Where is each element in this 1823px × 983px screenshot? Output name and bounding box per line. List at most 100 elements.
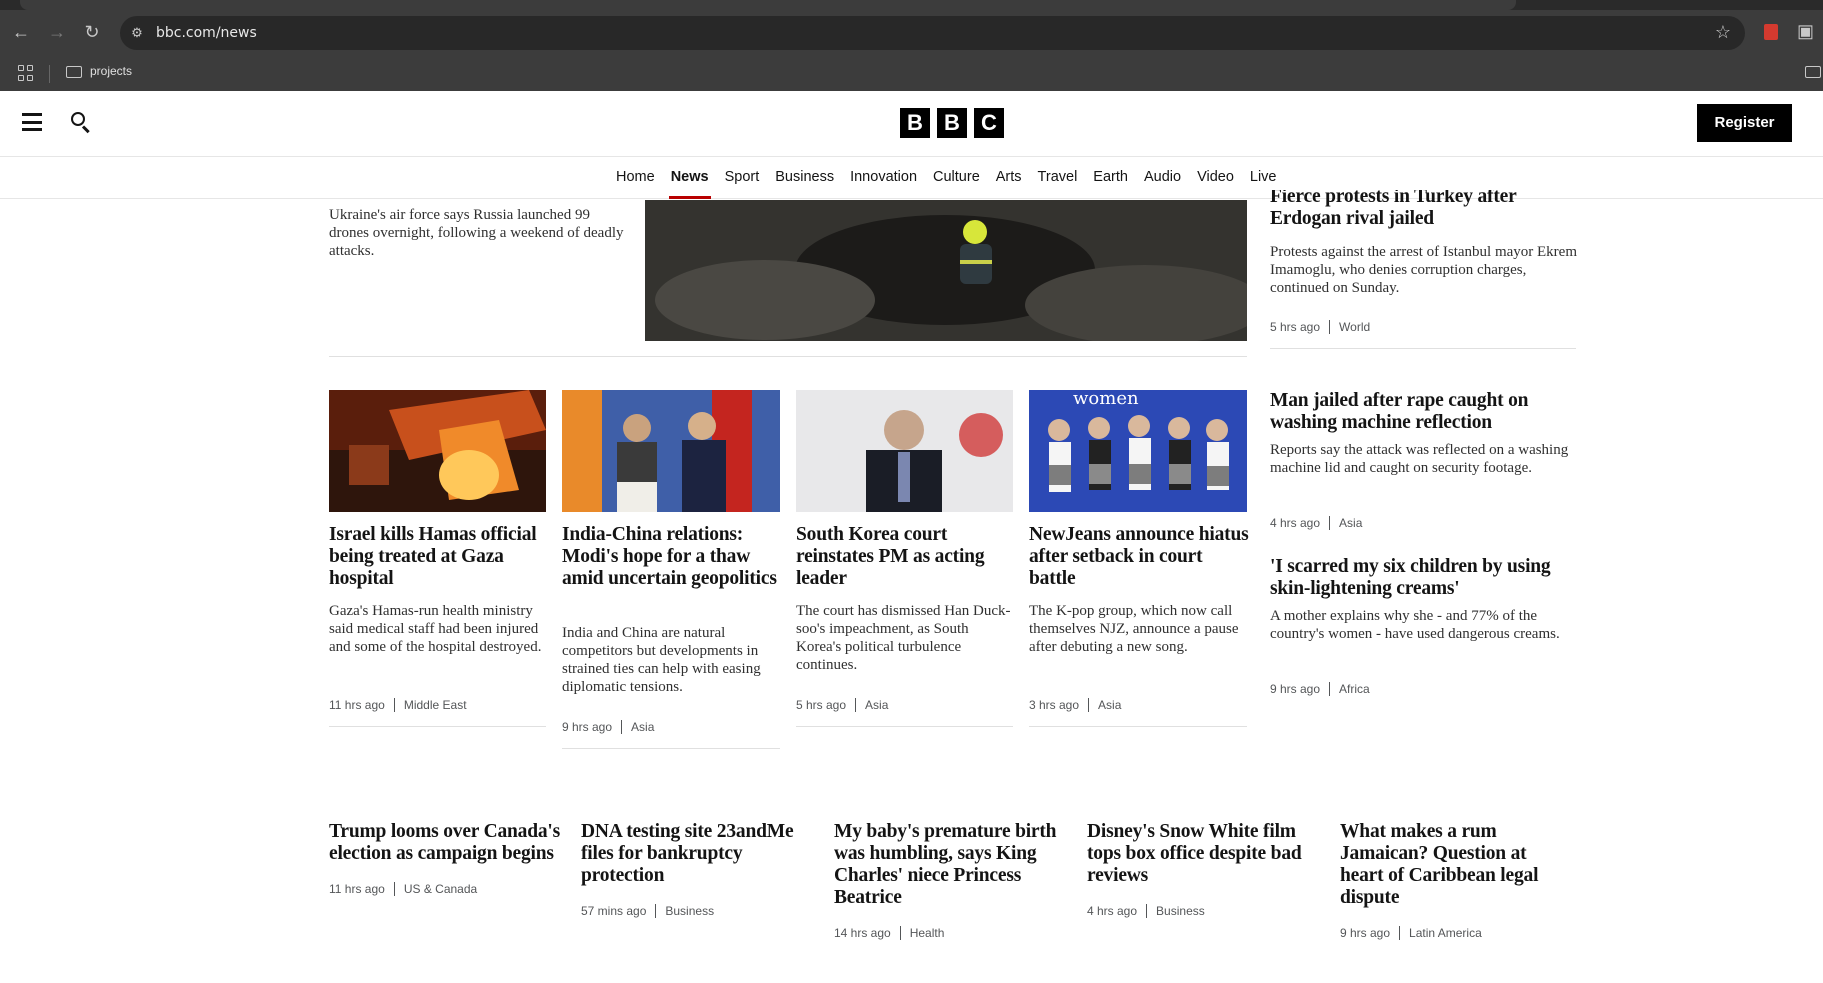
card-meta: 9 hrs ago Asia [562, 720, 654, 734]
bottom-story-meta: 4 hrs ago Business [1087, 904, 1205, 918]
nav-item-earth[interactable]: Earth [1085, 157, 1136, 199]
extension-icon[interactable] [1764, 24, 1778, 40]
card-image[interactable]: women [1029, 390, 1247, 512]
card-image[interactable] [562, 390, 780, 512]
logo-letter: B [937, 108, 967, 138]
card-summary[interactable]: The court has dismissed Han Duck-soo's i… [796, 602, 1016, 674]
section-link[interactable]: Middle East [404, 698, 467, 712]
card-image[interactable] [796, 390, 1013, 512]
timestamp: 14 hrs ago [834, 926, 891, 940]
card-headline[interactable]: South Korea court reinstates PM as actin… [796, 524, 1016, 590]
fire-photo [329, 390, 546, 512]
nav-item-sport[interactable]: Sport [717, 157, 768, 199]
card-meta: 5 hrs ago Asia [796, 698, 888, 712]
right-story-summary[interactable]: Reports say the attack was reflected on … [1270, 441, 1580, 477]
card-meta: 11 hrs ago Middle East [329, 698, 467, 712]
other-bookmarks-folder-icon[interactable] [1805, 66, 1821, 78]
right-top-meta: 5 hrs ago World [1270, 320, 1370, 334]
timestamp: 57 mins ago [581, 904, 647, 918]
forward-icon[interactable]: → [45, 20, 69, 44]
card-image[interactable] [329, 390, 546, 512]
bookmark-divider [49, 65, 50, 83]
section-link[interactable]: Asia [1098, 698, 1121, 712]
section-link[interactable]: Asia [865, 698, 888, 712]
menu-icon[interactable] [22, 113, 42, 131]
nav-item-home[interactable]: Home [608, 157, 663, 199]
right-story-summary[interactable]: A mother explains why she - and 77% of t… [1270, 607, 1580, 643]
site-info-icon[interactable]: ⚙ [128, 24, 146, 42]
bookmark-folder-projects[interactable]: projects [90, 64, 132, 78]
right-top-headline[interactable]: Fierce protests in Turkey after Erdogan … [1270, 190, 1570, 234]
timestamp: 3 hrs ago [1029, 698, 1080, 712]
bottom-story-meta: 14 hrs ago Health [834, 926, 944, 940]
section-link[interactable]: World [1339, 320, 1370, 334]
site-header: B B C Register [0, 91, 1823, 157]
right-top-headline-line1: Fierce protests in Turkey after [1270, 190, 1517, 207]
card-headline[interactable]: Israel kills Hamas official being treate… [329, 524, 549, 590]
folder-icon[interactable] [66, 66, 82, 78]
pm-photo [796, 390, 1013, 512]
timestamp: 11 hrs ago [329, 698, 385, 712]
card-headline[interactable]: India-China relations: Modi's hope for a… [562, 524, 782, 590]
back-icon[interactable]: ← [9, 20, 33, 44]
photo-backdrop-text: women [1073, 390, 1139, 409]
bottom-story-headline[interactable]: Trump looms over Canada's election as ca… [329, 821, 569, 865]
right-top-summary[interactable]: Protests against the arrest of Istanbul … [1270, 243, 1580, 297]
address-bar[interactable]: ⚙ bbc.com/news ☆ [120, 16, 1745, 50]
nav-item-travel[interactable]: Travel [1030, 157, 1086, 199]
section-link[interactable]: Asia [631, 720, 654, 734]
timestamp: 5 hrs ago [796, 698, 847, 712]
divider [562, 748, 780, 749]
bottom-story-headline[interactable]: Disney's Snow White film tops box office… [1087, 821, 1322, 887]
section-link[interactable]: Business [665, 904, 714, 918]
nav-item-news[interactable]: News [663, 157, 717, 199]
card-summary[interactable]: India and China are natural competitors … [562, 624, 782, 696]
right-story-headline[interactable]: 'I scarred my six children by using skin… [1270, 556, 1580, 600]
bottom-story-meta: 57 mins ago Business [581, 904, 714, 918]
right-top-headline-line2: Erdogan rival jailed [1270, 208, 1434, 229]
bottom-story-headline[interactable]: DNA testing site 23andMe files for bankr… [581, 821, 816, 887]
timestamp: 9 hrs ago [1340, 926, 1391, 940]
section-link[interactable]: Business [1156, 904, 1205, 918]
tab-strip [0, 0, 1823, 10]
logo-letter: B [900, 108, 930, 138]
divider [796, 726, 1013, 727]
divider [329, 726, 546, 727]
section-link[interactable]: US & Canada [404, 882, 477, 896]
extensions-puzzle-icon[interactable]: ▣ [1797, 21, 1814, 42]
bottom-story-headline[interactable]: What makes a rum Jamaican? Question at h… [1340, 821, 1570, 909]
search-icon[interactable] [70, 111, 92, 134]
section-link[interactable]: Africa [1339, 682, 1370, 696]
bbc-logo[interactable]: B B C [900, 108, 1004, 138]
bottom-story-headline[interactable]: My baby's premature birth was humbling, … [834, 821, 1069, 909]
bottom-story-meta: 9 hrs ago Latin America [1340, 926, 1482, 940]
nav-item-innovation[interactable]: Innovation [842, 157, 925, 199]
register-button[interactable]: Register [1697, 104, 1792, 142]
nav-item-arts[interactable]: Arts [988, 157, 1030, 199]
timestamp: 4 hrs ago [1270, 516, 1321, 530]
section-link[interactable]: Asia [1339, 516, 1362, 530]
url-text[interactable]: bbc.com/news [156, 25, 257, 41]
right-story-headline[interactable]: Man jailed after rape caught on washing … [1270, 390, 1580, 434]
nav-item-culture[interactable]: Culture [925, 157, 988, 199]
section-link[interactable]: Health [910, 926, 945, 940]
reload-icon[interactable]: ↻ [80, 20, 104, 44]
top-story-image[interactable] [645, 200, 1247, 341]
nav-item-audio[interactable]: Audio [1136, 157, 1189, 199]
card-headline[interactable]: NewJeans announce hiatus after setback i… [1029, 524, 1249, 590]
bookmarks-bar: projects [0, 56, 1823, 91]
active-tab[interactable] [20, 0, 1516, 10]
timestamp: 9 hrs ago [562, 720, 613, 734]
nav-item-business[interactable]: Business [767, 157, 842, 199]
section-link[interactable]: Latin America [1409, 926, 1482, 940]
top-story-summary[interactable]: Ukraine's air force says Russia launched… [329, 206, 629, 260]
timestamp: 4 hrs ago [1087, 904, 1138, 918]
leaders-photo [562, 390, 780, 512]
card-summary[interactable]: Gaza's Hamas-run health ministry said me… [329, 602, 549, 656]
divider [1270, 348, 1576, 349]
bookmark-star-icon[interactable]: ☆ [1715, 22, 1731, 43]
nav-item-video[interactable]: Video [1189, 157, 1242, 199]
timestamp: 5 hrs ago [1270, 320, 1321, 334]
apps-grid-icon[interactable] [18, 65, 34, 81]
card-summary[interactable]: The K-pop group, which now call themselv… [1029, 602, 1249, 656]
